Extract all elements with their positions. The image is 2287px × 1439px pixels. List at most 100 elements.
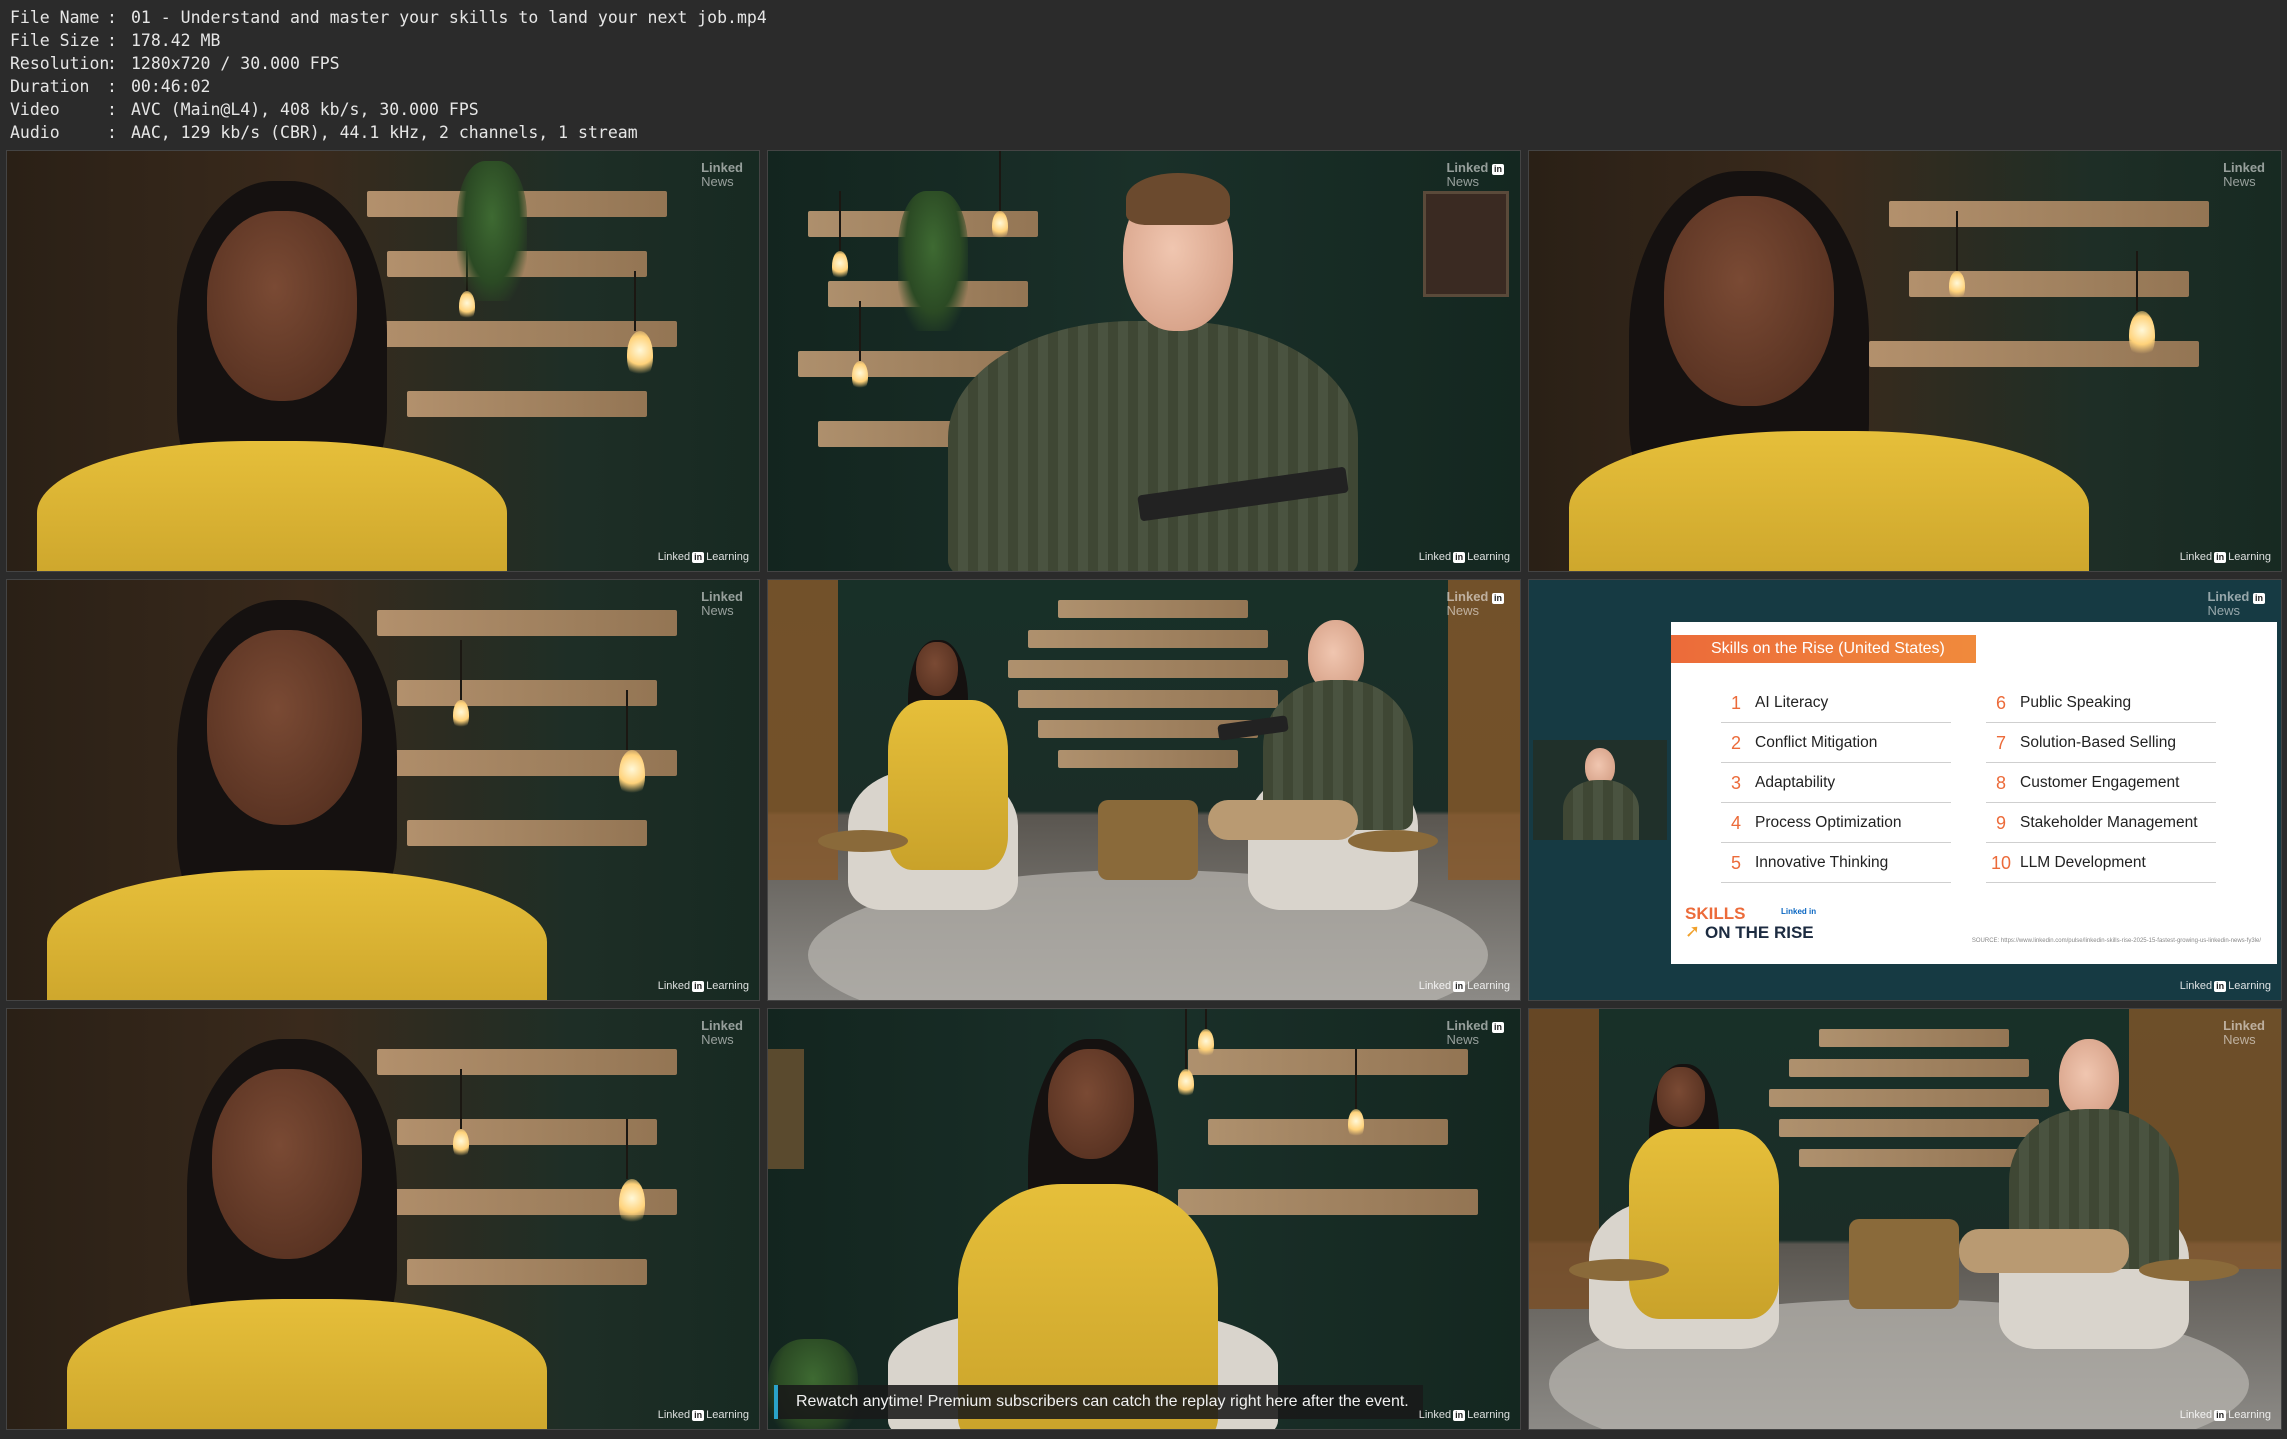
skill-label: LLM Development <box>2020 854 2146 871</box>
man-plaid-shirt <box>948 321 1358 571</box>
meta-separator: : <box>107 31 117 50</box>
linkedin-in-icon: in <box>2214 1409 2227 1421</box>
skill-rank: 6 <box>1995 692 2006 713</box>
skill-rank: 2 <box>1730 732 1741 753</box>
pendant-bulb <box>2129 251 2155 359</box>
linkedin-in-icon: in <box>2214 551 2227 563</box>
skill-item: 2 Conflict Mitigation <box>1721 724 1951 763</box>
center-table <box>1098 800 1198 880</box>
linkedin-in-icon: in <box>692 1409 705 1421</box>
side-table <box>1348 830 1438 852</box>
caption-banner: Rewatch anytime! Premium subscribers can… <box>774 1385 1423 1419</box>
thumbnail-4[interactable]: Linked News Linked in Learning <box>6 579 760 1001</box>
linkedin-in-icon: in <box>2214 980 2227 992</box>
skill-label: Adaptability <box>1755 774 1836 791</box>
wall-slat <box>1018 690 1278 708</box>
meta-value: AAC, 129 kb/s (CBR), 44.1 kHz, 2 channel… <box>131 123 638 142</box>
linkedin-in-icon: in <box>1453 551 1466 563</box>
skill-label: Innovative Thinking <box>1755 854 1889 871</box>
linkedin-learning-watermark: Linked in Learning <box>1418 1409 1510 1421</box>
wall-slat <box>1819 1029 2009 1047</box>
skill-rank: 7 <box>1995 732 2006 753</box>
woman-face <box>916 642 958 696</box>
linkedin-learning-watermark: Linked in Learning <box>2179 551 2271 563</box>
pendant-bulb <box>453 640 469 730</box>
skill-item: 3 Adaptability <box>1721 764 1951 803</box>
woman-yellow-top <box>67 1299 547 1429</box>
meta-value: AVC (Main@L4), 408 kb/s, 30.000 FPS <box>131 100 479 119</box>
pendant-bulb <box>1178 1009 1194 1099</box>
wall-slat <box>407 391 647 417</box>
thumbnail-3[interactable]: Linked News Linked in Learning <box>1528 150 2282 572</box>
meta-key: File Name <box>10 8 100 27</box>
wall-slat <box>407 1259 647 1285</box>
skill-rank: 1 <box>1730 692 1741 713</box>
thumbnail-2[interactable]: Linked in News Linked in Learning <box>767 150 1521 572</box>
linkedin-news-watermark: Linked in News <box>1446 589 1504 618</box>
side-table <box>818 830 908 852</box>
slide-title: Skills on the Rise (United States) <box>1671 635 1976 663</box>
woman-face <box>212 1069 362 1259</box>
thumbnail-9[interactable]: Linked News Linked in Learning <box>1528 1008 2282 1430</box>
linkedin-in-icon: in <box>692 551 705 563</box>
skill-label: Process Optimization <box>1755 814 1902 831</box>
woman-yellow-top <box>47 870 547 1000</box>
wall-slat <box>1889 201 2209 227</box>
man-hair <box>1126 173 1230 225</box>
meta-value: 00:46:02 <box>131 77 211 96</box>
meta-separator: : <box>107 54 117 73</box>
thumbnail-7[interactable]: Linked News Linked in Learning <box>6 1008 760 1430</box>
wall-slat <box>1769 1089 2049 1107</box>
wall-slat <box>1779 1119 2039 1137</box>
woman-face <box>1657 1067 1705 1127</box>
linkedin-in-icon: in <box>1492 1022 1504 1033</box>
meta-row-resolution: Resolution : 1280x720 / 30.000 FPS <box>10 52 767 75</box>
skill-rank: 8 <box>1995 772 2006 793</box>
wall-slat <box>407 820 647 846</box>
picture-in-picture-presenter <box>1533 740 1667 840</box>
linkedin-learning-watermark: Linked in Learning <box>2179 980 2271 992</box>
woman-yellow-top <box>1569 431 2089 571</box>
linkedin-learning-watermark: Linked in Learning <box>657 1409 749 1421</box>
skill-label: Customer Engagement <box>2020 774 2180 791</box>
linkedin-news-watermark: Linked in News <box>1446 1018 1504 1047</box>
wall-plant <box>457 161 527 301</box>
wall-slat <box>1058 600 1248 618</box>
skill-rank: 9 <box>1995 812 2006 833</box>
linkedin-learning-watermark: Linked in Learning <box>657 980 749 992</box>
meta-value: 1280x720 / 30.000 FPS <box>131 54 340 73</box>
pendant-bulb <box>627 271 653 379</box>
meta-row-audio: Audio : AAC, 129 kb/s (CBR), 44.1 kHz, 2… <box>10 121 767 144</box>
pendant-bulb <box>1949 211 1965 301</box>
meta-row-file-name: File Name : 01 - Understand and master y… <box>10 6 767 29</box>
skill-label: Public Speaking <box>2020 694 2132 711</box>
pendant-bulb <box>619 1119 645 1227</box>
meta-key: Resolution <box>10 54 110 73</box>
wall-plant <box>898 191 968 331</box>
side-table <box>2139 1259 2239 1281</box>
meta-key: Duration <box>10 77 90 96</box>
wall-frame <box>768 1049 804 1169</box>
thumbnail-5[interactable]: Linked in News Linked in Learning <box>767 579 1521 1001</box>
thumbnail-6[interactable]: Skills on the Rise (United States) 1 AI L… <box>1528 579 2282 1001</box>
wall-slat <box>1178 1189 1478 1215</box>
skill-item: 6 Public Speaking <box>1986 684 2216 723</box>
pendant-bulb <box>619 690 645 798</box>
pendant-bulb <box>1198 1009 1214 1059</box>
linkedin-in-icon: in <box>692 980 705 992</box>
thumbnail-1[interactable]: Linked News Linked in Learning <box>6 150 760 572</box>
skill-label: Stakeholder Management <box>2020 814 2198 831</box>
man-face <box>2059 1039 2119 1117</box>
woman-face <box>207 630 362 825</box>
linkedin-learning-watermark: Linked in Learning <box>657 551 749 563</box>
wall-slat <box>1028 630 1268 648</box>
slide-source: SOURCE: https://www.linkedin.com/pulse/l… <box>1971 938 2261 944</box>
skill-rank: 3 <box>1730 772 1741 793</box>
linkedin-learning-watermark: Linked in Learning <box>1418 980 1510 992</box>
meta-separator: : <box>107 100 117 119</box>
linkedin-news-watermark: Linked in News <box>1446 160 1504 189</box>
wall-slat <box>377 1049 677 1075</box>
side-table <box>1569 1259 1669 1281</box>
thumbnail-8[interactable]: Rewatch anytime! Premium subscribers can… <box>767 1008 1521 1430</box>
skill-rank: 10 <box>1990 852 2012 873</box>
